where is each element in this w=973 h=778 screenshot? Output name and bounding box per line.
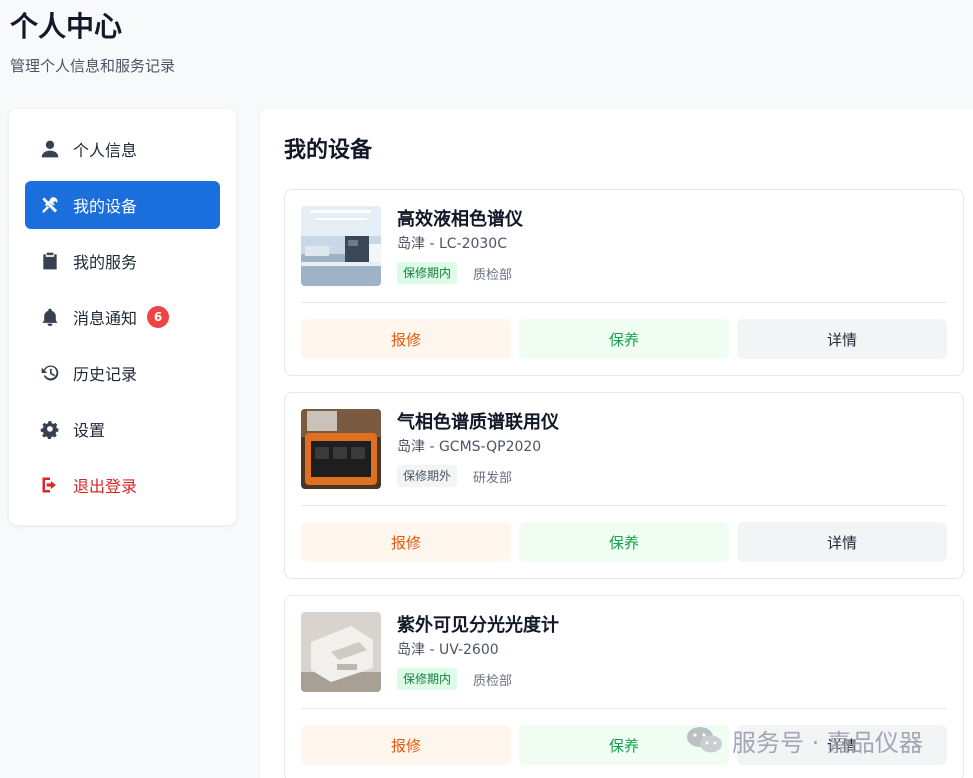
- device-card: 高效液相色谱仪 岛津 - LC-2030C 保修期内 质检部 报修 保养 详情: [284, 189, 964, 376]
- warranty-badge: 保修期内: [397, 668, 458, 690]
- page-title: 个人中心: [10, 10, 123, 43]
- sidebar-item-my-services[interactable]: 我的服务: [25, 237, 220, 285]
- sidebar-item-label: 消息通知: [73, 309, 138, 328]
- warranty-badge: 保修期内: [397, 262, 458, 284]
- sidebar-item-label: 设置: [73, 421, 106, 440]
- sidebar-item-label: 我的设备: [73, 197, 138, 216]
- divider: [301, 302, 947, 303]
- device-model: 岛津 - LC-2030C: [397, 236, 507, 252]
- sidebar-item-profile[interactable]: 个人信息: [25, 125, 220, 173]
- page-header: 个人中心 管理个人信息和服务记录: [10, 8, 175, 76]
- sidebar-item-history[interactable]: 历史记录: [25, 349, 220, 397]
- device-model: 岛津 - GCMS-QP2020: [397, 439, 542, 455]
- device-model: 岛津 - UV-2600: [397, 642, 499, 658]
- user-icon: [39, 138, 61, 160]
- bell-icon: [39, 306, 61, 328]
- divider: [301, 708, 947, 709]
- sidebar-item-label: 我的服务: [73, 253, 138, 272]
- divider: [301, 505, 947, 506]
- maintain-button[interactable]: 保养: [519, 319, 729, 359]
- sidebar-item-label: 个人信息: [73, 141, 138, 160]
- department-label: 质检部: [473, 673, 513, 689]
- device-name: 气相色谱质谱联用仪: [397, 412, 559, 433]
- sidebar-item-label: 退出登录: [73, 477, 138, 496]
- clipboard-icon: [39, 250, 61, 272]
- page-subtitle: 管理个人信息和服务记录: [10, 57, 176, 75]
- device-name: 紫外可见分光光度计: [397, 615, 559, 636]
- watermark: 服务号 · 嘉品仪器: [686, 724, 923, 757]
- history-icon: [39, 362, 61, 384]
- repair-button[interactable]: 报修: [301, 522, 511, 562]
- sidebar-item-label: 历史记录: [73, 365, 138, 384]
- warranty-badge: 保修期外: [397, 465, 458, 487]
- sidebar-item-notifications[interactable]: 消息通知 6: [25, 293, 220, 341]
- watermark-text: 服务号 · 嘉品仪器: [732, 728, 923, 757]
- gear-icon: [39, 418, 61, 440]
- sidebar-item-logout[interactable]: 退出登录: [25, 461, 220, 509]
- maintain-button[interactable]: 保养: [519, 522, 729, 562]
- logout-icon: [39, 474, 61, 496]
- device-card: 气相色谱质谱联用仪 岛津 - GCMS-QP2020 保修期外 研发部 报修 保…: [284, 392, 964, 579]
- device-name: 高效液相色谱仪: [397, 209, 523, 230]
- detail-button[interactable]: 详情: [737, 319, 947, 359]
- department-label: 质检部: [473, 267, 513, 283]
- device-image: [301, 612, 381, 692]
- sidebar-item-my-devices[interactable]: 我的设备: [25, 181, 220, 229]
- sidebar-item-settings[interactable]: 设置: [25, 405, 220, 453]
- notification-count-badge: 6: [147, 306, 170, 328]
- repair-button[interactable]: 报修: [301, 725, 511, 765]
- tools-icon: [39, 194, 61, 216]
- sidebar: 个人信息 我的设备 我的服务 消息通知 6 历史记录 设置 退出登录: [9, 109, 236, 525]
- devices-panel: 我的设备 高效液相色谱仪 岛津 - LC-2030C 保修期内 质检部 报修 保…: [260, 109, 973, 778]
- repair-button[interactable]: 报修: [301, 319, 511, 359]
- detail-button[interactable]: 详情: [737, 522, 947, 562]
- section-title: 我的设备: [284, 138, 373, 163]
- wechat-icon: [687, 727, 722, 753]
- device-image: [301, 409, 381, 489]
- department-label: 研发部: [473, 470, 513, 486]
- device-image: [301, 206, 381, 286]
